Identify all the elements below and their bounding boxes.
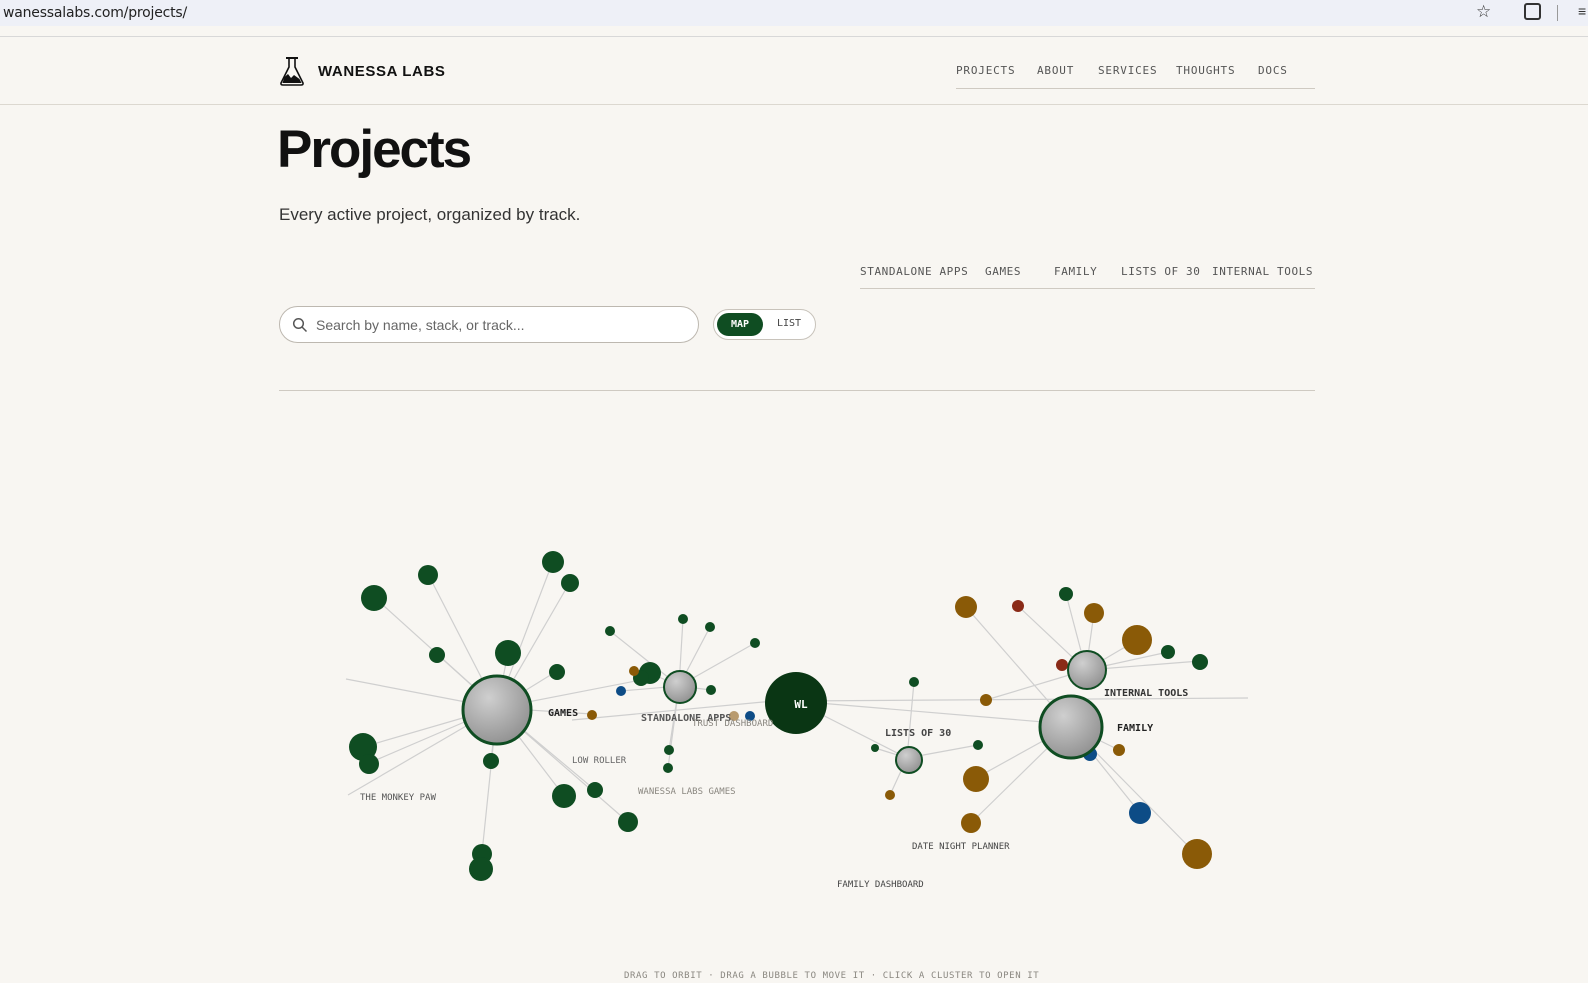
project-bubble[interactable]: [955, 596, 977, 618]
cluster-label-internal-tools: INTERNAL TOOLS: [1104, 688, 1188, 699]
project-label-the-monkey-paw: THE MONKEY PAW: [360, 793, 436, 803]
cluster-lists-of-30-bubble[interactable]: [895, 746, 923, 774]
project-bubble[interactable]: [973, 740, 983, 750]
project-bubble[interactable]: [909, 677, 919, 687]
project-bubble[interactable]: [418, 565, 438, 585]
cluster-games-bubble[interactable]: [461, 674, 533, 746]
map-hint: DRAG TO ORBIT · DRAG A BUBBLE TO MOVE IT…: [624, 971, 1040, 981]
project-bubble[interactable]: [1182, 839, 1212, 869]
hub-label: WL: [794, 698, 808, 711]
project-bubble[interactable]: [552, 784, 576, 808]
project-bubble[interactable]: [663, 763, 673, 773]
project-bubble[interactable]: [549, 664, 565, 680]
project-bubble[interactable]: [605, 626, 615, 636]
project-label-date-night-planner: DATE NIGHT PLANNER: [912, 842, 1010, 852]
project-bubble[interactable]: [750, 638, 760, 648]
project-bubble[interactable]: [1084, 603, 1104, 623]
cluster-label-family: FAMILY: [1117, 723, 1153, 734]
project-bubble[interactable]: [1161, 645, 1175, 659]
project-label-low-roller: LOW ROLLER: [572, 756, 627, 766]
project-bubble[interactable]: [495, 640, 521, 666]
project-bubble[interactable]: [1059, 587, 1073, 601]
project-bubble[interactable]: [483, 753, 499, 769]
cluster-family-bubble[interactable]: [1038, 694, 1104, 760]
project-bubble[interactable]: [429, 647, 445, 663]
project-bubble[interactable]: [961, 813, 981, 833]
project-bubble[interactable]: [980, 694, 992, 706]
project-bubble[interactable]: [1056, 659, 1068, 671]
project-bubble[interactable]: [561, 574, 579, 592]
project-label-trust-dashboard: TRUST DASHBOARD: [692, 719, 773, 729]
project-bubble[interactable]: [587, 782, 603, 798]
project-bubble[interactable]: [629, 666, 639, 676]
cluster-standalone-apps-bubble[interactable]: [663, 670, 697, 704]
project-map[interactable]: WL GAMES STANDALONE APPS LISTS OF 30 INT…: [0, 0, 1588, 983]
project-bubble[interactable]: [361, 585, 387, 611]
project-bubble[interactable]: [664, 745, 674, 755]
project-bubble[interactable]: [1192, 654, 1208, 670]
project-bubble[interactable]: [587, 710, 597, 720]
project-bubble[interactable]: [871, 744, 879, 752]
cluster-label-games: GAMES: [548, 708, 578, 719]
project-bubble[interactable]: [885, 790, 895, 800]
project-label-family-dashboard: FAMILY DASHBOARD: [837, 880, 924, 890]
cluster-label-lists-of-30: LISTS OF 30: [885, 728, 951, 739]
project-bubble[interactable]: [963, 766, 989, 792]
project-bubble[interactable]: [1113, 744, 1125, 756]
project-bubble[interactable]: [1122, 625, 1152, 655]
project-bubble[interactable]: [616, 686, 626, 696]
project-bubble[interactable]: [542, 551, 564, 573]
cluster-internal-tools-bubble[interactable]: [1067, 650, 1107, 690]
project-bubble[interactable]: [678, 614, 688, 624]
project-bubble[interactable]: [618, 812, 638, 832]
project-bubble[interactable]: [469, 857, 493, 881]
project-bubble[interactable]: [706, 685, 716, 695]
project-bubble[interactable]: [359, 754, 379, 774]
project-bubble[interactable]: [705, 622, 715, 632]
project-label-wanessa-labs-games: WANESSA LABS GAMES: [638, 787, 736, 797]
project-bubble[interactable]: [1012, 600, 1024, 612]
project-bubble[interactable]: [1129, 802, 1151, 824]
